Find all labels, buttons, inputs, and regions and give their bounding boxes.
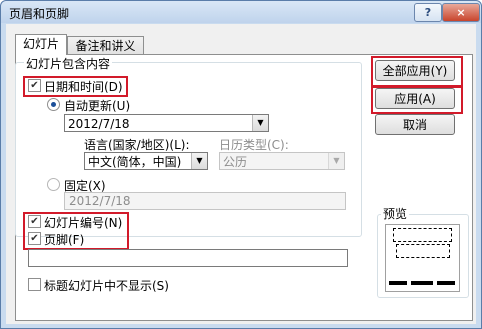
preview-number-bar <box>437 281 455 285</box>
fixed-radio[interactable] <box>47 178 60 191</box>
language-combo[interactable]: 中文(简体，中国) ▼ <box>84 152 208 170</box>
date-time-checkbox[interactable]: ✔ <box>28 79 41 92</box>
window-title: 页眉和页脚 <box>9 7 70 21</box>
footer-checkbox[interactable]: ✔ <box>28 232 41 245</box>
preview-title-placeholder <box>393 228 452 242</box>
chevron-down-icon[interactable]: ▼ <box>191 153 207 169</box>
preview-label: 预览 <box>381 205 410 222</box>
calendar-type-label: 日历类型(C): <box>219 138 289 152</box>
hide-title-checkbox[interactable] <box>28 278 41 291</box>
close-button[interactable]: × <box>442 3 480 22</box>
dialog-window: 页眉和页脚 ? × 幻灯片 备注和讲义 幻灯片包含内容 ✔ 日期和时间(D) 自… <box>0 0 482 329</box>
auto-update-label[interactable]: 自动更新(U) <box>64 97 130 114</box>
apply-all-button[interactable]: 全部应用(Y) <box>375 60 455 81</box>
tab-slide[interactable]: 幻灯片 <box>15 34 67 55</box>
preview-page <box>385 224 460 292</box>
auto-update-date-combo[interactable]: 2012/7/18 ▼ <box>64 114 269 132</box>
auto-update-date-value: 2012/7/18 <box>68 117 130 131</box>
footer-label[interactable]: 页脚(F) <box>44 231 84 248</box>
calendar-type-combo: 公历 ▼ <box>219 152 345 170</box>
preview-body-placeholder <box>396 244 450 258</box>
hide-title-label[interactable]: 标题幻灯片中不显示(S) <box>44 277 169 294</box>
title-bar[interactable]: 页眉和页脚 ? × <box>1 1 481 23</box>
slide-number-checkbox[interactable]: ✔ <box>28 215 41 228</box>
fixed-date-field: 2012/7/18 <box>64 192 346 210</box>
language-label: 语言(国家/地区)(L): <box>84 138 190 152</box>
cancel-button[interactable]: 取消 <box>375 114 455 135</box>
group-label: 幻灯片包含内容 <box>24 55 113 72</box>
apply-button[interactable]: 应用(A) <box>375 88 455 109</box>
chevron-down-icon[interactable]: ▼ <box>252 115 268 131</box>
language-value: 中文(简体，中国) <box>88 155 182 169</box>
auto-update-radio[interactable] <box>47 98 60 111</box>
preview-date-bar <box>389 281 407 285</box>
slide-number-label[interactable]: 幻灯片编号(N) <box>44 214 122 231</box>
calendar-type-value: 公历 <box>223 155 248 169</box>
tab-notes-handouts[interactable]: 备注和讲义 <box>67 36 144 55</box>
date-time-label[interactable]: 日期和时间(D) <box>44 78 123 95</box>
help-button[interactable]: ? <box>414 3 442 22</box>
chevron-down-icon: ▼ <box>328 153 344 169</box>
preview-footer-bar <box>411 281 433 285</box>
dialog-body: 幻灯片 备注和讲义 幻灯片包含内容 ✔ 日期和时间(D) 自动更新(U) 201… <box>6 24 476 324</box>
footer-text-field[interactable] <box>28 249 348 267</box>
